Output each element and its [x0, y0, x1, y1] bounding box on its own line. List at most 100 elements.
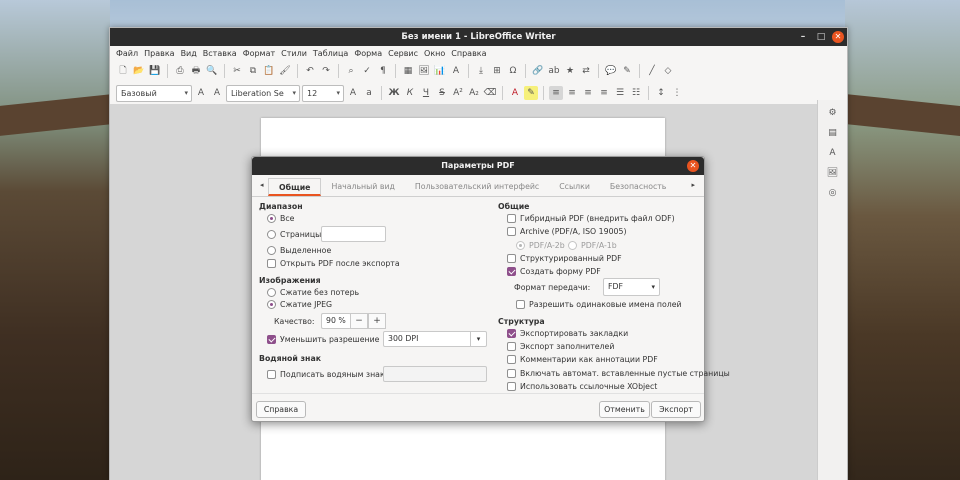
align-right-icon[interactable]: ≡ — [581, 86, 595, 100]
gallery-icon[interactable]: 🖼 — [826, 166, 840, 180]
align-center-icon[interactable]: ≡ — [565, 86, 579, 100]
sign-watermark-checkbox[interactable]: Подписать водяным знаком — [267, 370, 395, 379]
font-color-icon[interactable]: A — [508, 86, 522, 100]
new-style-icon[interactable]: A — [210, 86, 224, 100]
minimize-icon[interactable]: – — [797, 31, 809, 43]
clear-formatting-icon[interactable]: ⌫ — [483, 86, 497, 100]
highlight-icon[interactable]: ✎ — [524, 86, 538, 100]
justify-icon[interactable]: ≡ — [597, 86, 611, 100]
jpeg-radio[interactable]: Сжатие JPEG — [267, 300, 332, 309]
find-replace-icon[interactable]: ⌕ — [344, 64, 358, 78]
settings-icon[interactable]: ⚙ — [826, 106, 840, 120]
quality-input[interactable]: 90 % — [321, 313, 351, 329]
radio-icon[interactable] — [267, 288, 276, 297]
formatting-marks-icon[interactable]: ¶ — [376, 64, 390, 78]
underline-icon[interactable]: Ч — [419, 86, 433, 100]
menu-file[interactable]: Файл — [113, 49, 141, 58]
range-pages-radio[interactable]: Страницы: — [267, 230, 324, 239]
menu-form[interactable]: Форма — [351, 49, 385, 58]
decrement-icon[interactable]: − — [350, 313, 368, 329]
italic-icon[interactable]: К — [403, 86, 417, 100]
comment-icon[interactable]: 💬 — [604, 64, 618, 78]
menu-view[interactable]: Вид — [178, 49, 200, 58]
navigator-icon[interactable]: ◎ — [826, 186, 840, 200]
submit-format-select[interactable]: FDF ▾ — [603, 278, 660, 296]
blank-pages-checkbox[interactable]: Включать автомат. вставленные пустые стр… — [507, 369, 730, 378]
export-bookmarks-checkbox[interactable]: Экспортировать закладки — [507, 329, 628, 338]
range-selection-radio[interactable]: Выделенное — [267, 246, 331, 255]
tagged-pdf-checkbox[interactable]: Структурированный PDF — [507, 254, 622, 263]
paste-icon[interactable]: 📋 — [262, 64, 276, 78]
increment-icon[interactable]: + — [368, 313, 386, 329]
new-document-icon[interactable]: 🗋 — [116, 64, 130, 78]
font-size-select[interactable]: 12 ▾ — [302, 84, 344, 102]
redo-icon[interactable]: ↷ — [319, 64, 333, 78]
subscript-icon[interactable]: A₂ — [467, 86, 481, 100]
checkbox-icon[interactable] — [507, 227, 516, 236]
sidebar-menu-icon[interactable]: ⋮ — [670, 86, 684, 100]
hybrid-pdf-checkbox[interactable]: Гибридный PDF (внедрить файл ODF) — [507, 214, 675, 223]
insert-textbox-icon[interactable]: A — [449, 64, 463, 78]
comments-checkbox[interactable]: Комментарии как аннотации PDF — [507, 355, 658, 364]
checkbox-icon[interactable] — [507, 355, 516, 364]
create-form-checkbox[interactable]: Создать форму PDF — [507, 267, 601, 276]
grow-font-icon[interactable]: A — [346, 86, 360, 100]
undo-icon[interactable]: ↶ — [303, 64, 317, 78]
save-icon[interactable]: 💾 — [148, 64, 162, 78]
checkbox-icon[interactable] — [267, 259, 276, 268]
insert-image-icon[interactable]: 🖼 — [417, 64, 431, 78]
menu-help[interactable]: Справка — [448, 49, 489, 58]
xobject-checkbox[interactable]: Использовать ссылочные XObject — [507, 382, 657, 391]
menu-insert[interactable]: Вставка — [200, 49, 240, 58]
footnote-icon[interactable]: ab — [547, 64, 561, 78]
hyperlink-icon[interactable]: 🔗 — [531, 64, 545, 78]
pdfa-2b-radio[interactable]: PDF/A-2b — [516, 241, 565, 250]
bookmark-icon[interactable]: ★ — [563, 64, 577, 78]
font-name-select[interactable]: Liberation Se ▾ — [226, 84, 300, 102]
tab-user-interface[interactable]: Пользовательский интерфейс — [405, 178, 549, 196]
radio-icon[interactable] — [267, 230, 276, 239]
strikethrough-icon[interactable]: S — [435, 86, 449, 100]
range-all-radio[interactable]: Все — [267, 214, 294, 223]
properties-icon[interactable]: ▤ — [826, 126, 840, 140]
styles-icon[interactable]: A — [826, 146, 840, 160]
checkbox-icon[interactable] — [507, 254, 516, 263]
shrink-font-icon[interactable]: a — [362, 86, 376, 100]
line-spacing-icon[interactable]: ↕ — [654, 86, 668, 100]
lossless-radio[interactable]: Сжатие без потерь — [267, 288, 359, 297]
unordered-list-icon[interactable]: ☰ — [613, 86, 627, 100]
track-changes-icon[interactable]: ✎ — [620, 64, 634, 78]
paragraph-style-select[interactable]: Базовый ▾ — [116, 84, 192, 102]
radio-icon[interactable] — [267, 246, 276, 255]
insert-table-icon[interactable]: ▦ — [401, 64, 415, 78]
print-preview-icon[interactable]: 🔍 — [205, 64, 219, 78]
radio-icon[interactable] — [267, 300, 276, 309]
open-after-export-checkbox[interactable]: Открыть PDF после экспорта — [267, 259, 400, 268]
tab-general[interactable]: Общие — [268, 178, 322, 196]
chevron-right-icon[interactable]: ▸ — [691, 181, 695, 189]
close-icon[interactable]: ✕ — [687, 160, 699, 172]
print-icon[interactable]: 🖶 — [189, 64, 203, 78]
insert-field-icon[interactable]: ⊞ — [490, 64, 504, 78]
export-placeholders-checkbox[interactable]: Экспорт заполнителей — [507, 342, 614, 351]
page-break-icon[interactable]: ⤓ — [474, 64, 488, 78]
checkbox-icon[interactable] — [516, 300, 525, 309]
menu-styles[interactable]: Стили — [278, 49, 310, 58]
open-icon[interactable]: 📂 — [132, 64, 146, 78]
close-icon[interactable]: ✕ — [832, 31, 844, 43]
checkbox-icon[interactable] — [267, 335, 276, 344]
insert-chart-icon[interactable]: 📊 — [433, 64, 447, 78]
ordered-list-icon[interactable]: ☷ — [629, 86, 643, 100]
clone-formatting-icon[interactable]: 🖌 — [278, 64, 292, 78]
checkbox-icon[interactable] — [507, 342, 516, 351]
checkbox-icon[interactable] — [507, 369, 516, 378]
radio-icon[interactable] — [568, 241, 577, 250]
cut-icon[interactable]: ✂ — [230, 64, 244, 78]
line-icon[interactable]: ╱ — [645, 64, 659, 78]
checkbox-icon[interactable] — [507, 329, 516, 338]
cancel-button[interactable]: Отменить — [599, 401, 650, 418]
archive-checkbox[interactable]: Archive (PDF/A, ISO 19005) — [507, 227, 627, 236]
checkbox-icon[interactable] — [267, 370, 276, 379]
dpi-select[interactable]: 300 DPI ▾ — [383, 331, 487, 347]
tab-security[interactable]: Безопасность — [600, 178, 677, 196]
